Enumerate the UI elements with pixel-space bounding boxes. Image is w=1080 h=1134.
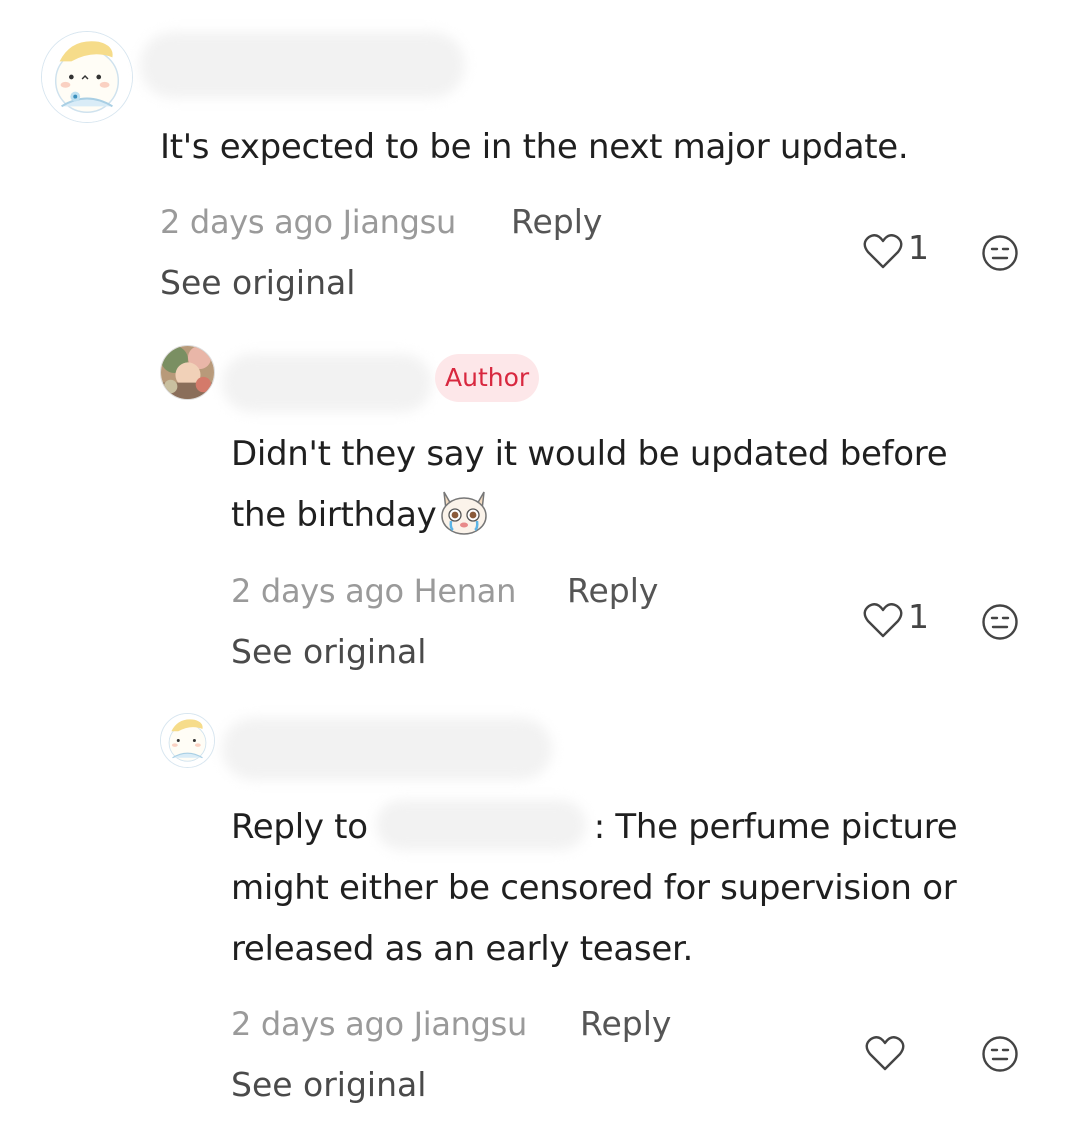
- see-original-link[interactable]: See original: [160, 263, 355, 302]
- reply-button[interactable]: Reply: [567, 571, 658, 610]
- comment-text: Didn't they say it would be updated befo…: [231, 434, 948, 474]
- reply-button[interactable]: Reply: [511, 202, 602, 241]
- comment-timestamp: 2 days ago Jiangsu: [231, 1005, 528, 1043]
- crying-cat-emoji-icon: [438, 488, 490, 536]
- author-badge: Author: [435, 354, 540, 402]
- like-count: 1: [908, 597, 929, 636]
- meh-face-icon[interactable]: [981, 603, 1019, 641]
- redacted-username: [222, 354, 432, 412]
- like-count: 1: [908, 228, 929, 267]
- comment-location: Jiangsu: [413, 1005, 528, 1043]
- heart-outline-icon[interactable]: [863, 232, 903, 270]
- redacted-mention: [375, 800, 586, 850]
- cartoon-avatar-icon: [42, 32, 132, 122]
- comment-text: the birthday: [231, 485, 490, 546]
- user-avatar[interactable]: [41, 31, 133, 123]
- cartoon-avatar-icon: [161, 714, 214, 767]
- comment-text: It's expected to be in the next major up…: [160, 127, 909, 167]
- comment-location: Henan: [413, 572, 517, 610]
- heart-outline-icon[interactable]: [863, 601, 903, 639]
- comment-location: Jiangsu: [342, 203, 457, 241]
- user-avatar[interactable]: [160, 713, 215, 768]
- redacted-username: [222, 718, 552, 780]
- user-avatar[interactable]: [160, 345, 215, 400]
- photo-avatar-icon: [161, 346, 214, 399]
- meh-face-icon[interactable]: [981, 234, 1019, 272]
- comment-text: Reply to: The perfume picture: [231, 797, 958, 858]
- reply-to-label: Reply to: [231, 807, 368, 847]
- comment-timestamp: 2 days ago Henan: [231, 572, 517, 610]
- meh-face-icon[interactable]: [981, 1035, 1019, 1073]
- reply-button[interactable]: Reply: [580, 1004, 671, 1043]
- comment-text: might either be censored for supervision…: [231, 868, 957, 908]
- comment-timestamp: 2 days ago Jiangsu: [160, 203, 457, 241]
- see-original-link[interactable]: See original: [231, 1065, 426, 1104]
- see-original-link[interactable]: See original: [231, 632, 426, 671]
- heart-outline-icon[interactable]: [865, 1034, 905, 1072]
- comment-text: released as an early teaser.: [231, 929, 694, 969]
- redacted-username: [140, 32, 465, 98]
